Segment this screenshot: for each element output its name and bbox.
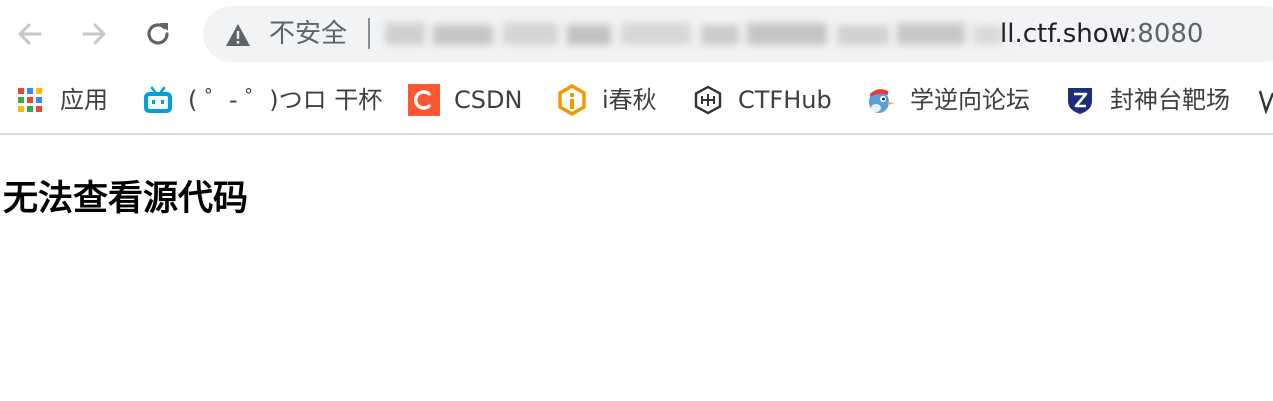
bookmark-ichunqiu[interactable]: i春秋 (556, 83, 657, 117)
bookmark-csdn[interactable]: CSDN (408, 83, 522, 117)
partial-bookmark-icon (1258, 90, 1273, 115)
page-content: 无法查看源代码 (0, 135, 1273, 401)
bookmark-label: CSDN (454, 86, 523, 114)
back-button[interactable] (10, 14, 50, 54)
address-bar[interactable]: 不安全 ll.ctf.show:8080 (203, 6, 1273, 62)
url-text[interactable]: ll.ctf.show:8080 (1000, 18, 1203, 50)
url-blurred-region (385, 23, 1003, 45)
reload-button[interactable] (138, 14, 178, 54)
bookmark-fengshentai[interactable]: 封神台靶场 (1064, 83, 1230, 117)
url-host: ll.ctf.show (1000, 19, 1129, 49)
csdn-icon (408, 84, 440, 116)
bookmark-overflow-partial[interactable] (1258, 83, 1273, 117)
omnibox-divider (368, 18, 370, 49)
bookmark-label: i春秋 (602, 86, 657, 114)
apps-grid-icon (14, 84, 46, 116)
bookmark-label: 应用 (60, 86, 108, 114)
bookmark-apps[interactable]: 应用 (14, 83, 108, 117)
url-port: :8080 (1128, 19, 1204, 49)
bird-icon (864, 84, 896, 116)
fengshentai-shield-icon (1064, 84, 1096, 116)
bookmark-ctfhub[interactable]: CTFHub (692, 83, 832, 117)
security-status-label[interactable]: 不安全 (269, 18, 347, 50)
ichunqiu-icon (556, 84, 588, 116)
bilibili-tv-icon (142, 84, 174, 116)
bookmark-label: 学逆向论坛 (910, 86, 1030, 114)
ctfhub-icon (692, 84, 724, 116)
bookmark-label: 封神台靶场 (1110, 86, 1230, 114)
bookmarks-bar: 应用 ( ゜- ゜)つロ 干杯 CSDN i春秋 CTFHub 学逆向论坛 封神… (0, 70, 1273, 135)
bookmark-bilibili[interactable]: ( ゜- ゜)つロ 干杯 (142, 83, 382, 117)
bookmark-label: ( ゜- ゜)つロ 干杯 (188, 86, 383, 114)
browser-toolbar: 不安全 ll.ctf.show:8080 (0, 0, 1273, 70)
bookmark-label: CTFHub (738, 86, 832, 114)
forward-button[interactable] (74, 14, 114, 54)
reload-icon (147, 23, 169, 45)
bookmark-xuenixiang[interactable]: 学逆向论坛 (864, 83, 1030, 117)
arrow-right-icon (82, 23, 106, 45)
page-heading: 无法查看源代码 (3, 179, 249, 219)
arrow-left-icon (18, 23, 42, 45)
warning-icon[interactable] (225, 23, 251, 47)
